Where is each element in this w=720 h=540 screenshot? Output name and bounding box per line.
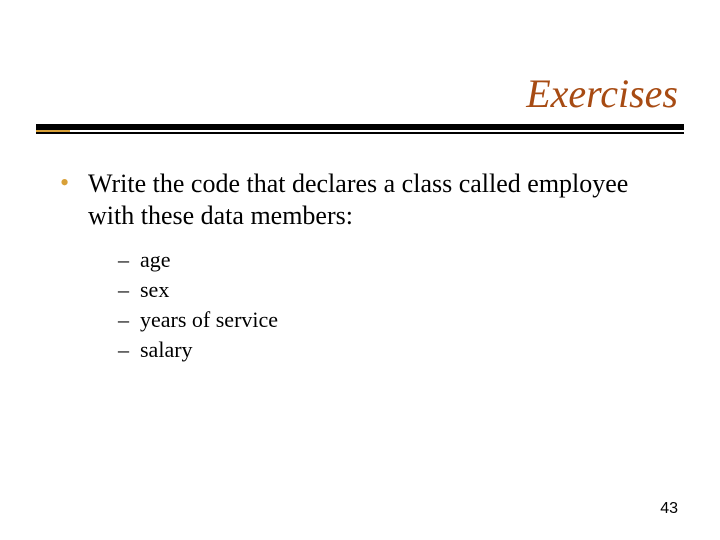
dash-icon: – <box>118 277 132 303</box>
list-item: – age <box>118 246 660 274</box>
slide-title: Exercises <box>526 70 678 117</box>
dash-icon: – <box>118 337 132 363</box>
sub-text: years of service <box>140 306 278 334</box>
bullet-text: Write the code that declares a class cal… <box>88 168 660 232</box>
list-item: – years of service <box>118 306 660 334</box>
page-number: 43 <box>660 500 678 518</box>
rule-thick <box>36 124 684 130</box>
dash-icon: – <box>118 307 132 333</box>
bullet-dot-icon: • <box>60 168 74 198</box>
slide: Exercises • Write the code that declares… <box>0 0 720 540</box>
rule-thin <box>36 132 684 134</box>
sub-text: sex <box>140 276 169 304</box>
list-item: – sex <box>118 276 660 304</box>
content-area: • Write the code that declares a class c… <box>60 168 660 366</box>
dash-icon: – <box>118 247 132 273</box>
sublist: – age – sex – years of service – salary <box>118 246 660 364</box>
sub-text: salary <box>140 336 193 364</box>
list-item: – salary <box>118 336 660 364</box>
horizontal-rule <box>36 124 684 134</box>
sub-text: age <box>140 246 171 274</box>
bullet-item: • Write the code that declares a class c… <box>60 168 660 232</box>
